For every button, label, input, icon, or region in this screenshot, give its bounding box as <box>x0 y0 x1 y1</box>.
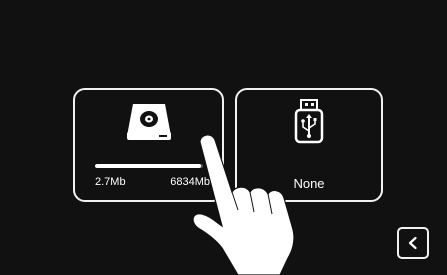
chevron-left-icon <box>408 236 417 250</box>
storage-screen: 2.7Mb 6834Mb None <box>0 0 447 275</box>
usb-storage-card[interactable]: None <box>235 88 383 202</box>
back-button[interactable] <box>397 227 429 259</box>
hard-drive-icon <box>127 104 171 140</box>
usb-status-label: None <box>293 176 325 191</box>
usb-drive-icon <box>294 99 324 144</box>
storage-usage-fill <box>95 164 201 168</box>
internal-storage-card[interactable]: 2.7Mb 6834Mb <box>73 88 224 202</box>
storage-usage-bar <box>95 164 203 168</box>
used-space-label: 2.7Mb <box>95 176 126 188</box>
total-space-label: 6834Mb <box>170 176 210 188</box>
